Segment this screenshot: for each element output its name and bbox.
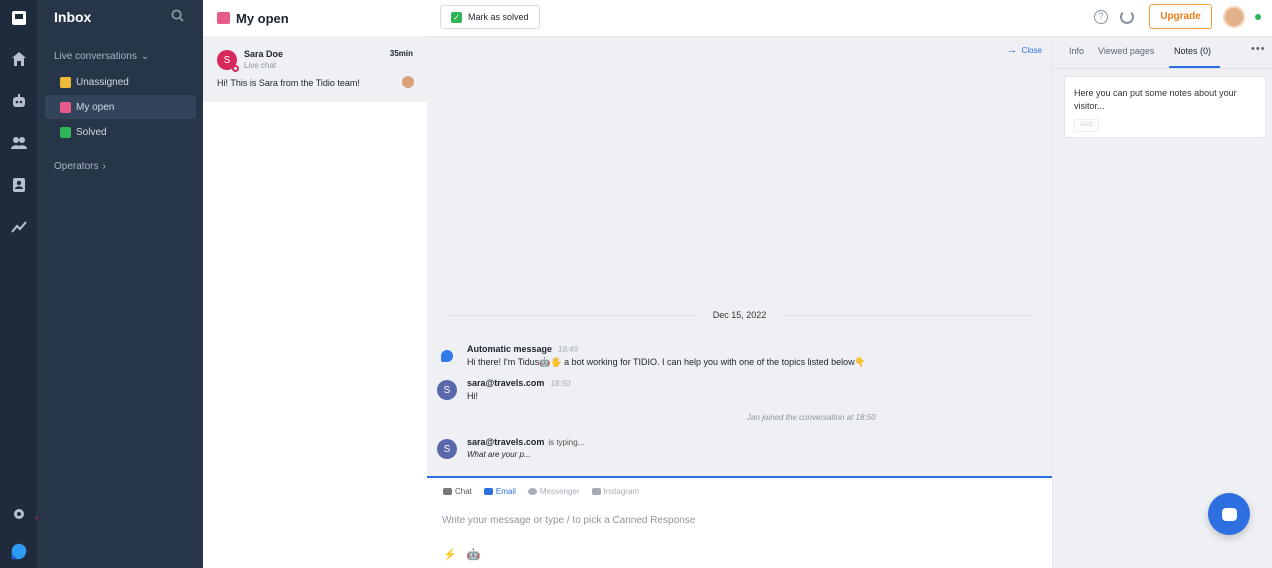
icon-rail xyxy=(0,0,43,568)
messenger-icon xyxy=(527,488,537,495)
wave-icon xyxy=(60,76,71,88)
message-text: Hi there! I'm Tidus🤖🖐 a bot working for … xyxy=(467,357,866,367)
check-icon: ✓ xyxy=(451,11,462,23)
avatar: S xyxy=(437,380,457,400)
message-text: Hi! xyxy=(467,391,478,401)
message-time: 18:49 xyxy=(558,345,579,354)
chat-widget-button[interactable] xyxy=(1208,493,1250,535)
notes-card: Here you can put some notes about your v… xyxy=(1064,76,1266,138)
operators-label: Operators xyxy=(54,161,99,172)
message-header: sara@travels.com is typing... xyxy=(467,437,584,447)
panel-tabs: Info Viewed pages Notes (0) ••• xyxy=(1053,37,1272,69)
channel-label: Chat xyxy=(455,487,472,496)
help-icon[interactable]: ? xyxy=(1094,10,1108,24)
channel-messenger[interactable]: Messenger xyxy=(527,487,580,496)
settings-icon[interactable] xyxy=(9,504,28,523)
channel-email[interactable]: Email xyxy=(483,487,516,496)
user-avatar[interactable] xyxy=(1223,6,1245,28)
date-separator: Dec 15, 2022 xyxy=(427,310,1052,320)
channel-instagram[interactable]: Instagram xyxy=(591,487,640,496)
bot-icon[interactable] xyxy=(9,91,28,110)
live-conversations-toggle[interactable]: Live conversations ⌄ xyxy=(54,51,149,62)
close-link[interactable]: → Close xyxy=(1007,44,1042,56)
nav-item-unassigned[interactable]: Unassigned xyxy=(45,70,196,94)
inbox-nav: Inbox Live conversations ⌄ Unassigned My… xyxy=(37,0,203,568)
arrow-right-icon: → xyxy=(1006,44,1018,56)
online-status-dot xyxy=(1255,14,1261,20)
channel-chat[interactable]: Chat xyxy=(443,487,472,496)
lightning-icon[interactable]: ⚡ xyxy=(443,548,457,561)
conversation-channel: Live chat xyxy=(244,61,277,70)
search-icon[interactable] xyxy=(171,9,185,23)
home-icon[interactable] xyxy=(9,49,28,68)
check-icon xyxy=(60,126,71,138)
mark-as-solved-label: Mark as solved xyxy=(468,12,529,22)
add-note-button[interactable]: ADD xyxy=(1074,119,1099,132)
conversation-time: 35min xyxy=(389,49,413,58)
operators-toggle[interactable]: Operators › xyxy=(54,161,106,172)
chevron-down-icon: ⌄ xyxy=(140,51,150,62)
chat-area: → Close Dec 15, 2022 Automatic message 18… xyxy=(427,37,1052,476)
live-conversations-label: Live conversations xyxy=(54,51,137,62)
channel-label: Messenger xyxy=(539,487,580,496)
conversation-list: My open S Sara Doe Live chat 35min Hi! T… xyxy=(203,0,427,568)
close-label: Close xyxy=(1021,45,1042,55)
visitors-icon[interactable] xyxy=(9,133,28,152)
nav-title: Inbox xyxy=(54,9,92,25)
bot-icon[interactable]: 🤖 xyxy=(467,548,481,561)
tidio-logo-icon[interactable] xyxy=(8,540,30,562)
email-icon xyxy=(483,488,493,495)
operator-avatar xyxy=(402,76,414,88)
status-dot xyxy=(232,65,239,72)
nav-item-label: Unassigned xyxy=(76,76,129,88)
mark-as-solved-button[interactable]: ✓ Mark as solved xyxy=(440,5,540,29)
nav-item-label: Solved xyxy=(76,126,107,138)
more-options-icon[interactable]: ••• xyxy=(1251,43,1266,55)
contacts-icon[interactable] xyxy=(9,175,28,194)
message-header: Automatic message 18:49 xyxy=(467,344,578,354)
message-time: 18:50 xyxy=(550,379,571,388)
avatar: S xyxy=(437,439,457,459)
analytics-icon[interactable] xyxy=(9,217,28,236)
chat-icon xyxy=(443,488,452,495)
upgrade-button[interactable]: Upgrade xyxy=(1149,4,1212,29)
conversation-item[interactable]: S Sara Doe Live chat 35min Hi! This is S… xyxy=(203,36,427,102)
composer: Chat Email Messenger Instagram Write you… xyxy=(427,476,1052,568)
tab-underline xyxy=(1169,66,1220,68)
channel-label: Email xyxy=(495,487,516,496)
typing-indicator: is typing... xyxy=(548,438,585,447)
chevron-right-icon: › xyxy=(102,161,106,172)
message-author: sara@travels.com xyxy=(467,437,545,447)
tab-info[interactable]: Info xyxy=(1069,46,1084,56)
channel-selector: Chat Email Messenger Instagram xyxy=(443,487,639,496)
mailbox-icon xyxy=(217,12,230,24)
tab-notes[interactable]: Notes (0) xyxy=(1174,46,1211,56)
list-title: My open xyxy=(236,10,289,26)
channel-label: Instagram xyxy=(603,487,640,496)
nav-item-my-open[interactable]: My open xyxy=(45,95,196,119)
nav-item-solved[interactable]: Solved xyxy=(45,120,196,144)
inbox-icon[interactable] xyxy=(9,8,28,27)
conversation-preview: Hi! This is Sara from the Tidio team! xyxy=(217,78,360,88)
nav-item-label: My open xyxy=(76,101,115,113)
list-header: My open xyxy=(203,0,427,36)
loading-icon xyxy=(1120,10,1134,24)
message-text: What are your p... xyxy=(467,450,531,459)
message-header: sara@travels.com 18:50 xyxy=(467,378,570,388)
tidio-bot-icon xyxy=(441,350,453,362)
notes-text[interactable]: Here you can put some notes about your v… xyxy=(1074,87,1254,113)
mailbox-icon xyxy=(60,101,71,113)
instagram-icon xyxy=(591,488,601,495)
chat-bubble-icon xyxy=(1221,507,1237,521)
conversation-name: Sara Doe xyxy=(244,49,284,59)
tab-viewed-pages[interactable]: Viewed pages xyxy=(1098,46,1154,56)
message-input[interactable]: Write your message or type / to pick a C… xyxy=(442,515,695,526)
message-author: sara@travels.com xyxy=(467,378,545,388)
topbar: ✓ Mark as solved ? Upgrade xyxy=(427,0,1272,37)
composer-tools: ⚡ 🤖 xyxy=(443,548,480,561)
visitor-panel: Info Viewed pages Notes (0) ••• Here you… xyxy=(1052,37,1272,568)
message-author: Automatic message xyxy=(467,344,553,354)
system-message: Jan joined the conversation at 18:50 xyxy=(747,413,876,422)
bot-avatar xyxy=(437,346,457,366)
